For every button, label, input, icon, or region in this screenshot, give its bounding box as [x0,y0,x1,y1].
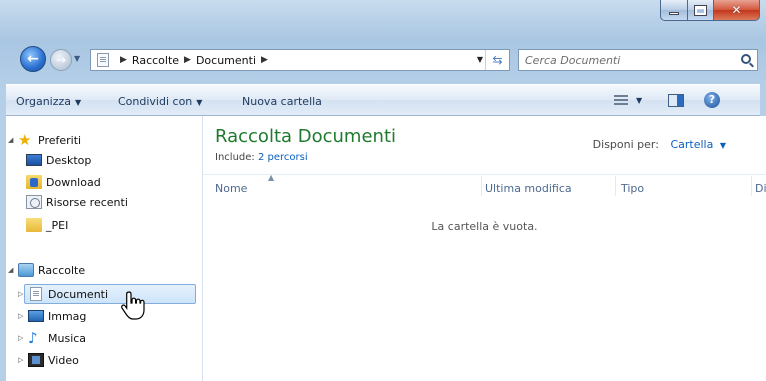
include-locations-link[interactable]: 2 percorsi [258,152,308,163]
sidebar-item-label: Desktop [46,153,92,167]
maximize-icon [694,4,707,16]
expand-arrow-icon[interactable]: ▷ [18,356,28,364]
desktop-icon [26,154,42,166]
sidebar-item-favorites[interactable]: ◢ ★ Preferiti [8,130,81,150]
organize-label: Organizza [16,95,72,108]
new-folder-label: Nuova cartella [242,95,322,108]
address-history-dropdown-icon[interactable]: ▼ [477,55,483,64]
close-icon: ✕ [731,3,742,17]
arrange-by: Disponi per: Cartella ▼ [593,138,726,151]
sidebar-item-label: Download [46,175,101,189]
libraries-icon [18,263,34,277]
content-pane: Raccolta Documenti Include: 2 percorsi D… [203,116,766,381]
download-folder-icon [26,175,42,189]
navigation-pane: ◢ ★ Preferiti Desktop Download Risorse r… [6,116,202,381]
breadcrumb-raccolte[interactable]: Raccolte [132,54,179,67]
command-bar: Organizza ▼ Condividi con ▼ Nuova cartella… [6,84,760,116]
sidebar-item-label: _PEI [46,218,69,232]
sidebar-item-label: Raccolte [38,263,86,277]
chevron-down-icon[interactable]: ▼ [720,141,726,150]
refresh-icon: ⇆ [492,53,503,67]
sidebar-item-libraries[interactable]: ◢ Raccolte [8,260,85,280]
expand-arrow-icon[interactable]: ▷ [18,290,28,298]
search-box[interactable]: Cerca Documenti [518,49,758,71]
share-label: Condividi con [118,95,193,108]
preview-pane-icon[interactable] [668,94,684,107]
search-icon[interactable] [741,54,751,64]
expand-arrow-icon[interactable]: ▷ [18,334,28,342]
column-separator[interactable] [751,176,752,196]
include-prefix: Include: [215,152,255,163]
document-icon [30,287,42,301]
sidebar-item-download[interactable]: Download [26,172,101,192]
share-button[interactable]: Condividi con ▼ [118,95,202,108]
forward-arrow-icon: → [55,53,67,67]
header-divider [203,174,766,175]
refresh-button[interactable]: ⇆ [485,50,509,70]
library-title: Raccolta Documenti [215,126,397,147]
maximize-button[interactable] [688,0,714,21]
expand-arrow-icon[interactable]: ◢ [8,266,18,274]
sidebar-item-label: Video [48,353,79,367]
search-placeholder: Cerca Documenti [525,54,621,67]
chevron-down-icon: ▼ [75,98,82,107]
sidebar-item-label: Preferiti [38,133,82,147]
sidebar-item-documents[interactable]: ▷ Documenti [18,284,108,304]
forward-button[interactable]: → [50,49,72,71]
navigation-bar: ← → ▼ ▶ Raccolte ▶ Documenti ▶ ▼ ⇆ Cerca… [20,46,760,72]
organize-button[interactable]: Organizza ▼ [16,95,81,108]
view-options-chevron-icon[interactable]: ▼ [636,96,642,105]
address-bar[interactable]: ▶ Raccolte ▶ Documenti ▶ ▼ ⇆ [90,49,510,71]
sidebar-item-label: Risorse recenti [46,195,128,209]
change-view-icon[interactable] [614,95,628,106]
minimize-icon [669,11,679,15]
sidebar-item-label: Musica [48,331,87,345]
library-location-icon [97,53,109,67]
minimize-button[interactable] [660,0,688,21]
column-header-type[interactable]: Tipo [621,182,644,195]
sidebar-item-label: Documenti [48,287,109,301]
sidebar-item-desktop[interactable]: Desktop [26,150,91,170]
folder-icon [26,218,42,232]
sort-ascending-icon: ▲ [268,173,275,182]
hand-pointer-cursor-icon [121,291,145,320]
column-header-name[interactable]: Nome [215,182,247,195]
recent-places-icon [26,195,42,209]
sidebar-item-label: Immag [48,309,87,323]
column-header-modified[interactable]: Ultima modifica [485,182,572,195]
new-folder-button[interactable]: Nuova cartella [242,95,322,108]
help-icon[interactable]: ? [704,92,720,108]
breadcrumb-chevron-icon[interactable]: ▶ [261,55,268,65]
expand-arrow-icon[interactable]: ▷ [18,312,28,320]
back-arrow-icon: ← [27,51,39,67]
arrange-label: Disponi per: [592,138,659,151]
library-include-info: Include: 2 percorsi [215,152,308,163]
expand-arrow-icon[interactable]: ◢ [8,136,18,144]
sidebar-item-video[interactable]: ▷ Video [18,350,79,370]
pictures-icon [28,310,44,322]
close-button[interactable]: ✕ [714,0,760,21]
breadcrumb-chevron-icon[interactable]: ▶ [184,55,191,65]
sidebar-item-images[interactable]: ▷ Immag [18,306,86,326]
chevron-down-icon: ▼ [196,98,203,107]
column-separator[interactable] [615,176,616,196]
video-film-icon [28,353,44,367]
empty-folder-message: La cartella è vuota. [431,220,538,233]
arrange-dropdown[interactable]: Cartella [670,138,713,151]
sidebar-item-music[interactable]: ▷ ♪ Musica [18,328,86,348]
star-icon: ★ [18,131,32,149]
recent-pages-dropdown[interactable]: ▼ [74,54,84,66]
column-separator[interactable] [481,176,482,196]
breadcrumb-chevron-icon[interactable]: ▶ [120,55,127,65]
back-button[interactable]: ← [20,46,46,72]
column-header-size[interactable]: Di [755,182,766,195]
sidebar-item-recent[interactable]: Risorse recenti [26,192,128,212]
sidebar-item-pei[interactable]: _PEI [26,215,68,235]
breadcrumb-documenti[interactable]: Documenti [196,54,256,67]
caption-buttons: ✕ [660,0,760,21]
music-note-icon: ♪ [28,329,38,347]
